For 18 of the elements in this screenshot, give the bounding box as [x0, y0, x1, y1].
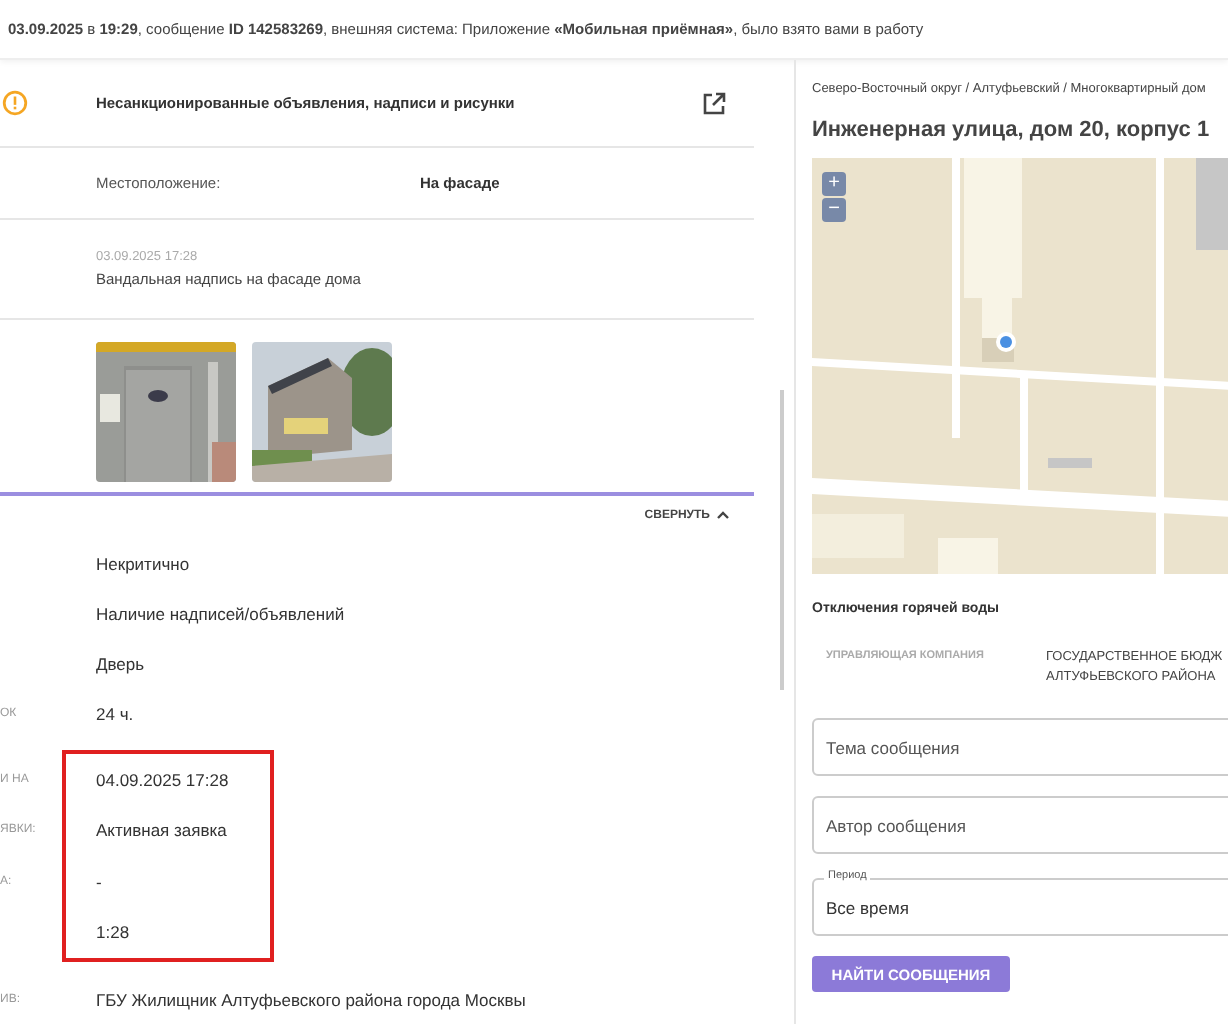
zoom-out-button[interactable]: − [822, 198, 846, 222]
field-value: 1:28 [96, 922, 130, 943]
field-value: Дверь [96, 653, 145, 673]
scrollbar-thumb[interactable] [780, 390, 784, 690]
field-value: Активная заявка [96, 820, 227, 841]
input-field[interactable]: Тема сообщения [812, 718, 1228, 776]
field-value: - [96, 871, 102, 892]
field-value: Наличие надписей/объявлений [96, 603, 345, 623]
field-value: Некритично [96, 553, 190, 573]
chevron-up-icon [716, 510, 730, 521]
zoom-in-button[interactable]: + [822, 172, 846, 196]
field-value: ГБУ Жилищник Алтуфьевского района города Москвы [96, 989, 526, 1009]
field-value: 24 ч. [96, 703, 134, 723]
address-title: Инженерная улица, дом 20, корпус 1 [812, 118, 1212, 142]
input-field[interactable]: Автор сообщения [812, 796, 1228, 854]
warning-icon [2, 90, 28, 116]
external-link-icon[interactable] [702, 91, 726, 115]
field-value: 04.09.2025 17:28 [96, 769, 229, 790]
